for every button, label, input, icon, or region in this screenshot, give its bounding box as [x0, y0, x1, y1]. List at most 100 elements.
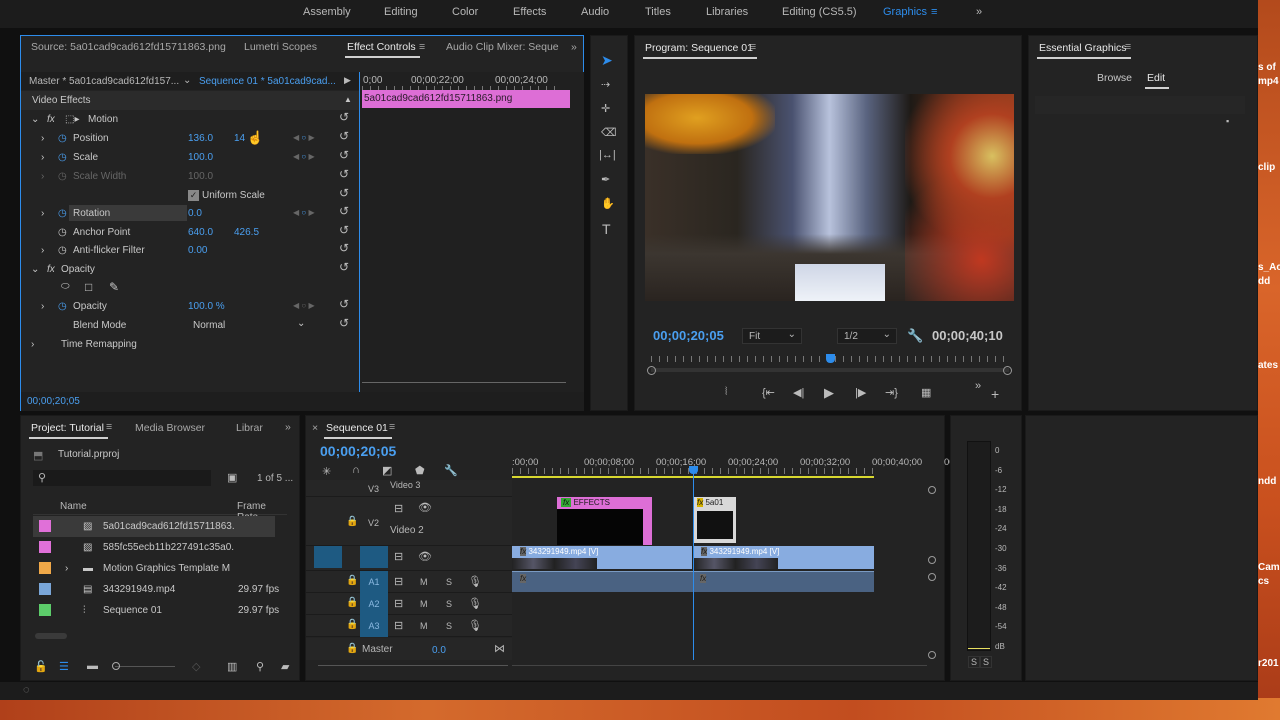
- microphone-icon[interactable]: 🎙: [468, 597, 482, 610]
- chevron-right-icon[interactable]: ›: [41, 152, 44, 163]
- close-icon[interactable]: ×: [312, 422, 318, 434]
- tab-project[interactable]: Project: Tutorial: [29, 422, 108, 439]
- column-name[interactable]: Name: [60, 501, 87, 512]
- workspace-editing-cs55[interactable]: Editing (CS5.5): [782, 6, 857, 18]
- eye-icon[interactable]: 👁: [418, 501, 432, 514]
- nest-icon[interactable]: ✳: [322, 465, 331, 478]
- tab-effect-controls[interactable]: Effect Controls: [345, 41, 420, 58]
- clip-effects[interactable]: fx EFFECTS: [557, 497, 652, 545]
- lock-icon[interactable]: 🔓: [34, 660, 48, 673]
- slip-icon[interactable]: |↔|: [599, 149, 616, 161]
- pen-icon[interactable]: ✒: [601, 173, 610, 186]
- list-view-icon[interactable]: ☰: [59, 660, 69, 673]
- essential-graphics-title[interactable]: Essential Graphics: [1037, 42, 1131, 59]
- new-bin-icon[interactable]: ▰: [281, 660, 289, 673]
- anchor-x-value[interactable]: 640.0: [188, 227, 213, 238]
- playhead-handle[interactable]: [689, 466, 698, 474]
- tab-libraries[interactable]: Librar: [236, 422, 263, 434]
- tab-edit[interactable]: Edit: [1144, 72, 1170, 89]
- go-to-out-icon[interactable]: ⇥}: [885, 386, 898, 399]
- workspace-effects[interactable]: Effects: [513, 6, 546, 18]
- panel-menu-icon[interactable]: ≡: [419, 41, 425, 53]
- mark-in-icon[interactable]: ⦚: [725, 386, 727, 399]
- effect-timeline[interactable]: 0;00 00;00;22;00 00;00;24;00 5a01cad9cad…: [359, 72, 584, 392]
- solo-right-button[interactable]: S: [980, 656, 993, 668]
- linked-selection-icon[interactable]: ◩: [382, 464, 392, 477]
- clip-png[interactable]: fx 5a01: [694, 497, 736, 543]
- wrench-icon[interactable]: 🔧: [907, 328, 923, 344]
- vertical-scroll-handle[interactable]: [928, 651, 936, 659]
- program-scrollbar[interactable]: [651, 368, 1009, 372]
- microphone-icon[interactable]: 🎙: [468, 575, 482, 588]
- tab-source[interactable]: Source: 5a01cad9cad612fd15711863.png: [31, 41, 226, 53]
- stopwatch-icon[interactable]: ◷: [58, 133, 67, 144]
- stopwatch-icon[interactable]: ◷: [58, 301, 67, 312]
- project-item[interactable]: ⫶ Sequence 01 29.97 fps: [33, 600, 279, 621]
- collapse-icon[interactable]: ▲: [344, 95, 352, 104]
- track-target-v1[interactable]: [360, 546, 388, 568]
- find-folder-icon[interactable]: ▣: [227, 471, 237, 484]
- tab-browse[interactable]: Browse: [1097, 72, 1132, 84]
- microphone-icon[interactable]: 🎙: [468, 619, 482, 632]
- zoom-scrollbar[interactable]: [362, 382, 566, 383]
- program-title[interactable]: Program: Sequence 01: [643, 42, 757, 59]
- sort-icon[interactable]: ◇: [192, 660, 200, 673]
- project-item[interactable]: ▨ 585fc55ecb11b227491c35a0.: [33, 537, 275, 558]
- eye-icon[interactable]: 👁: [418, 550, 432, 563]
- keyframe-nav[interactable]: ◀ ○ ▶: [293, 133, 315, 142]
- anchor-y-value[interactable]: 426.5: [234, 227, 259, 238]
- reset-icon[interactable]: ↺: [339, 148, 349, 162]
- rotation-value[interactable]: 0.0: [188, 208, 202, 219]
- timeline-timecode[interactable]: 00;00;20;05: [320, 443, 396, 459]
- vertical-scroll-handle[interactable]: [928, 556, 936, 564]
- zoom-select[interactable]: Fit ⌄: [742, 328, 802, 344]
- source-patch-v1[interactable]: [314, 546, 342, 568]
- chevron-down-icon[interactable]: ⌄: [297, 318, 305, 329]
- play-icon[interactable]: ▶: [344, 75, 351, 86]
- reset-icon[interactable]: ↺: [339, 241, 349, 255]
- tab-media-browser[interactable]: Media Browser: [135, 422, 205, 434]
- effect-clip-bar[interactable]: 5a01cad9cad612fd15711863.png: [362, 90, 570, 108]
- reset-icon[interactable]: ↺: [339, 204, 349, 218]
- solo-left-button[interactable]: S: [968, 656, 981, 668]
- label-color-swatch[interactable]: [39, 541, 51, 553]
- sync-lock-icon[interactable]: ⊟: [394, 597, 403, 610]
- type-icon[interactable]: T: [602, 221, 611, 237]
- rectangle-mask-icon[interactable]: □: [85, 280, 92, 294]
- project-item[interactable]: ▨ 5a01cad9cad612fd15711863.: [33, 516, 275, 537]
- add-button-icon[interactable]: +: [991, 386, 999, 402]
- step-back-icon[interactable]: ◀|: [793, 386, 804, 399]
- reset-icon[interactable]: ↺: [339, 167, 349, 181]
- tab-sequence[interactable]: Sequence 01: [324, 422, 392, 439]
- solo-button[interactable]: S: [446, 577, 452, 587]
- chevron-right-icon[interactable]: ›: [41, 133, 44, 144]
- play-button[interactable]: ▶: [824, 385, 834, 401]
- workspace-menu-icon[interactable]: ≡: [931, 6, 937, 18]
- stopwatch-icon[interactable]: ◷: [58, 245, 67, 256]
- header-scrollbar[interactable]: [318, 665, 508, 666]
- mute-button[interactable]: M: [420, 621, 428, 631]
- timeline-playhead[interactable]: [693, 466, 694, 660]
- program-playhead[interactable]: [826, 354, 835, 363]
- scale-value[interactable]: 100.0: [188, 152, 213, 163]
- antiflicker-value[interactable]: 0.00: [188, 245, 207, 256]
- blend-mode-select[interactable]: Normal: [193, 320, 225, 331]
- export-frame-icon[interactable]: ▦: [921, 386, 931, 399]
- stopwatch-icon[interactable]: ◷: [58, 227, 67, 238]
- position-x-value[interactable]: 136.0: [188, 133, 213, 144]
- panel-menu-icon[interactable]: ≡: [389, 421, 395, 433]
- sync-lock-icon[interactable]: ⊟: [394, 502, 403, 515]
- reset-icon[interactable]: ↺: [339, 110, 349, 124]
- reset-icon[interactable]: ↺: [339, 186, 349, 200]
- zoom-slider[interactable]: [115, 666, 175, 667]
- lock-icon[interactable]: 🔒: [346, 597, 358, 608]
- chevron-right-icon[interactable]: ›: [41, 208, 44, 219]
- uniform-scale-checkbox[interactable]: ✓: [188, 190, 199, 201]
- project-item[interactable]: › ▬ Motion Graphics Template M: [33, 558, 275, 579]
- zoom-slider-handle[interactable]: [112, 662, 120, 670]
- overflow-icon[interactable]: »: [976, 6, 982, 18]
- tab-lumetri-scopes[interactable]: Lumetri Scopes: [244, 41, 317, 53]
- transform-icon[interactable]: ⬚▸: [65, 114, 79, 125]
- panel-menu-icon[interactable]: ≡: [750, 41, 756, 53]
- label-color-swatch[interactable]: [39, 583, 51, 595]
